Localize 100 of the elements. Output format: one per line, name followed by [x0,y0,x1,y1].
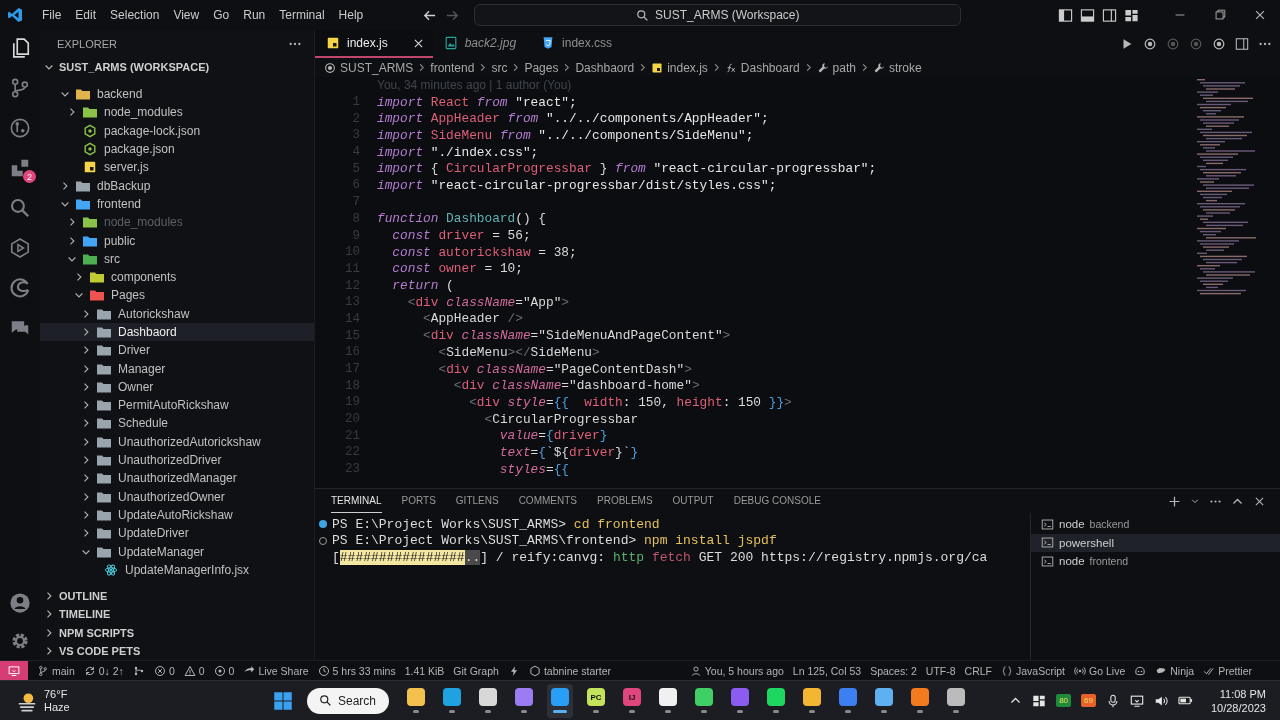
status-item[interactable]: You, 5 hours ago [689,661,784,680]
tree-item[interactable]: frontend [40,194,314,214]
breadcrumb-item[interactable]: src [491,60,508,75]
breadcrumb-item[interactable]: index.js [651,60,708,75]
breadcrumb-item[interactable]: path [816,60,856,75]
tree-item[interactable]: UpdateDriver [40,524,314,543]
status-item[interactable]: 5 hrs 33 mins [317,661,396,680]
extensions-icon[interactable] [9,157,31,179]
status-item[interactable]: 0 [213,661,235,680]
menu-item[interactable]: Selection [103,8,167,22]
status-item[interactable]: 0↓ 2↑ [83,661,124,680]
tree-item[interactable]: UpdateAutoRickshaw [40,505,314,525]
menu-item[interactable]: File [35,8,69,22]
section-header[interactable]: TIMELINE [40,605,314,624]
status-item[interactable]: Live Share [243,661,309,680]
tree-item[interactable]: node_modules [40,103,314,122]
status-item[interactable]: UTF-8 [925,661,956,680]
tree-item[interactable]: UnauthorizedManager [40,469,314,488]
secondary-sidebar-toggle-icon[interactable] [1235,37,1249,51]
menu-item[interactable]: Go [206,8,237,22]
menu-item[interactable]: Edit [68,8,104,22]
editor-tab[interactable]: index.css [530,30,627,58]
source-control-icon[interactable] [9,77,31,99]
breadcrumb-item[interactable]: Dashbaord [575,60,635,75]
tree-item[interactable]: dbBackup [40,176,314,195]
menu-item[interactable]: Help [331,8,371,22]
status-item[interactable]: 0 [153,661,175,680]
tree-item[interactable]: Dashbaord [40,322,314,342]
tree-item[interactable]: Pages [40,286,314,305]
taskbar-app[interactable]: IJ [619,683,645,718]
status-item[interactable]: 0 [183,661,205,680]
panel-tab[interactable]: GITLENS [455,489,499,513]
tray-badge[interactable]: 80 [1056,694,1072,707]
status-item[interactable]: CRLF [964,661,992,680]
browser-icon[interactable] [9,277,31,299]
clock-date[interactable]: 10/28/2023 [1210,700,1266,715]
workspace-header[interactable]: SUST_ARMS (WORKSPACE) [40,58,314,76]
section-header[interactable]: NPM SCRIPTS [40,623,314,642]
status-item[interactable]: Git Graph [453,661,499,680]
taskbar-app[interactable]: PC [583,683,609,718]
tree-item[interactable]: Autorickshaw [40,304,314,323]
section-header[interactable]: OUTLINE [40,586,314,606]
run-debug-icon[interactable] [9,237,31,259]
remote-button[interactable] [0,661,28,680]
search-icon[interactable] [9,197,31,219]
tree-item[interactable]: backend [40,85,314,104]
panel-tab[interactable]: PROBLEMS [597,489,653,513]
tree-item[interactable]: UnauthorizedOwner [40,487,314,506]
tree-item[interactable]: components [40,267,314,287]
menu-item[interactable]: View [166,8,207,22]
tree-item[interactable]: public [40,231,314,250]
breadcrumb-item[interactable]: stroke [872,60,922,75]
section-header[interactable]: VS CODE PETS [40,641,314,660]
tree-item[interactable]: UnauthorizedAutorickshaw [40,432,314,451]
terminal-instance[interactable]: node backend [1031,515,1280,534]
secondary-sidebar-toggle-icon[interactable] [1102,7,1117,23]
status-item[interactable]: Ln 125, Col 53 [792,661,862,680]
editor-tab[interactable]: back2.jpg [432,30,531,58]
command-center[interactable]: SUST_ARMS (Workspace) [474,4,962,26]
panel-toggle-icon[interactable] [1080,7,1095,23]
menu-item[interactable]: Run [236,8,273,22]
gitlens-icon[interactable] [9,117,31,139]
status-item[interactable]: Ninja [1155,661,1195,680]
status-item[interactable]: Spaces: 2 [870,661,917,680]
panel-tab[interactable]: COMMENTS [518,489,577,513]
chevron-icon[interactable] [1190,496,1200,506]
breadcrumb-item[interactable]: SUST_ARMS [324,60,414,75]
tree-item[interactable]: src [40,249,314,268]
layout-icon[interactable] [1032,693,1047,708]
account-icon[interactable] [9,592,31,614]
tree-item[interactable]: UpdateManagerInfo.jsx [40,560,314,579]
layout-icon[interactable] [1124,7,1139,23]
status-item[interactable]: tabnine starter [528,661,611,680]
panel-tab[interactable]: TERMINAL [331,489,382,513]
search-field[interactable]: Search [307,687,389,714]
restore-icon[interactable] [1213,8,1227,22]
circle-icon[interactable] [1143,37,1157,51]
tree-item[interactable]: Driver [40,341,314,360]
close-icon[interactable] [1253,8,1267,22]
terminal-instance[interactable]: powershell [1031,533,1280,552]
tree-item[interactable]: Schedule [40,414,314,433]
menu-item[interactable]: Terminal [272,8,332,22]
status-item[interactable]: main [37,661,75,680]
tree-item[interactable]: UnauthorizedDriver [40,450,314,470]
tree-item[interactable]: package-lock.json [40,121,314,140]
start-icon[interactable] [273,690,293,711]
tree-item[interactable]: UpdateManager [40,542,314,561]
status-item[interactable]: 1.41 KiB [404,661,445,680]
tree-item[interactable]: PermitAutoRickshaw [40,396,314,415]
panel-tab[interactable]: OUTPUT [672,489,714,513]
breadcrumb-item[interactable]: frontend [430,60,475,75]
plus-icon[interactable] [1168,494,1181,508]
status-item[interactable]: Go Live [1074,661,1126,680]
status-item[interactable]: JavaScript [1001,661,1066,680]
clock-time[interactable]: 11:08 PM [1219,686,1266,701]
tree-item[interactable]: Manager [40,359,314,378]
tree-item[interactable]: server.js [40,158,314,177]
panel-tab[interactable]: DEBUG CONSOLE [733,489,821,513]
sidebar-toggle-icon[interactable] [1058,7,1073,23]
circle-icon[interactable] [1212,37,1226,51]
